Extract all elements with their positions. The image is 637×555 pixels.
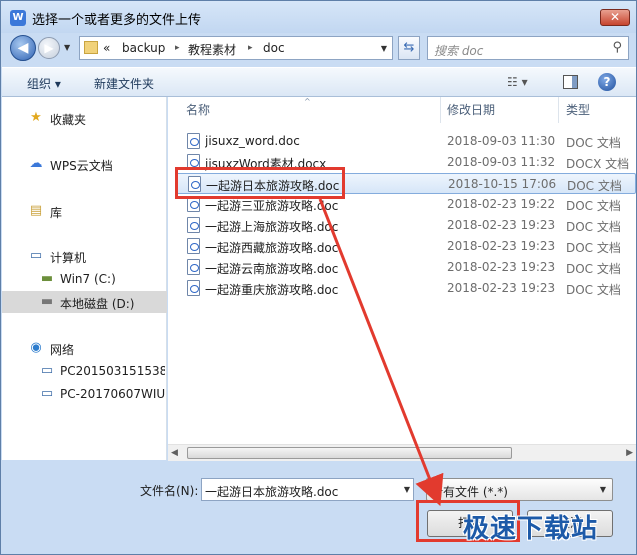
instruction-arrow bbox=[318, 198, 444, 507]
watermark-logo: 极速下载站 bbox=[463, 514, 599, 544]
